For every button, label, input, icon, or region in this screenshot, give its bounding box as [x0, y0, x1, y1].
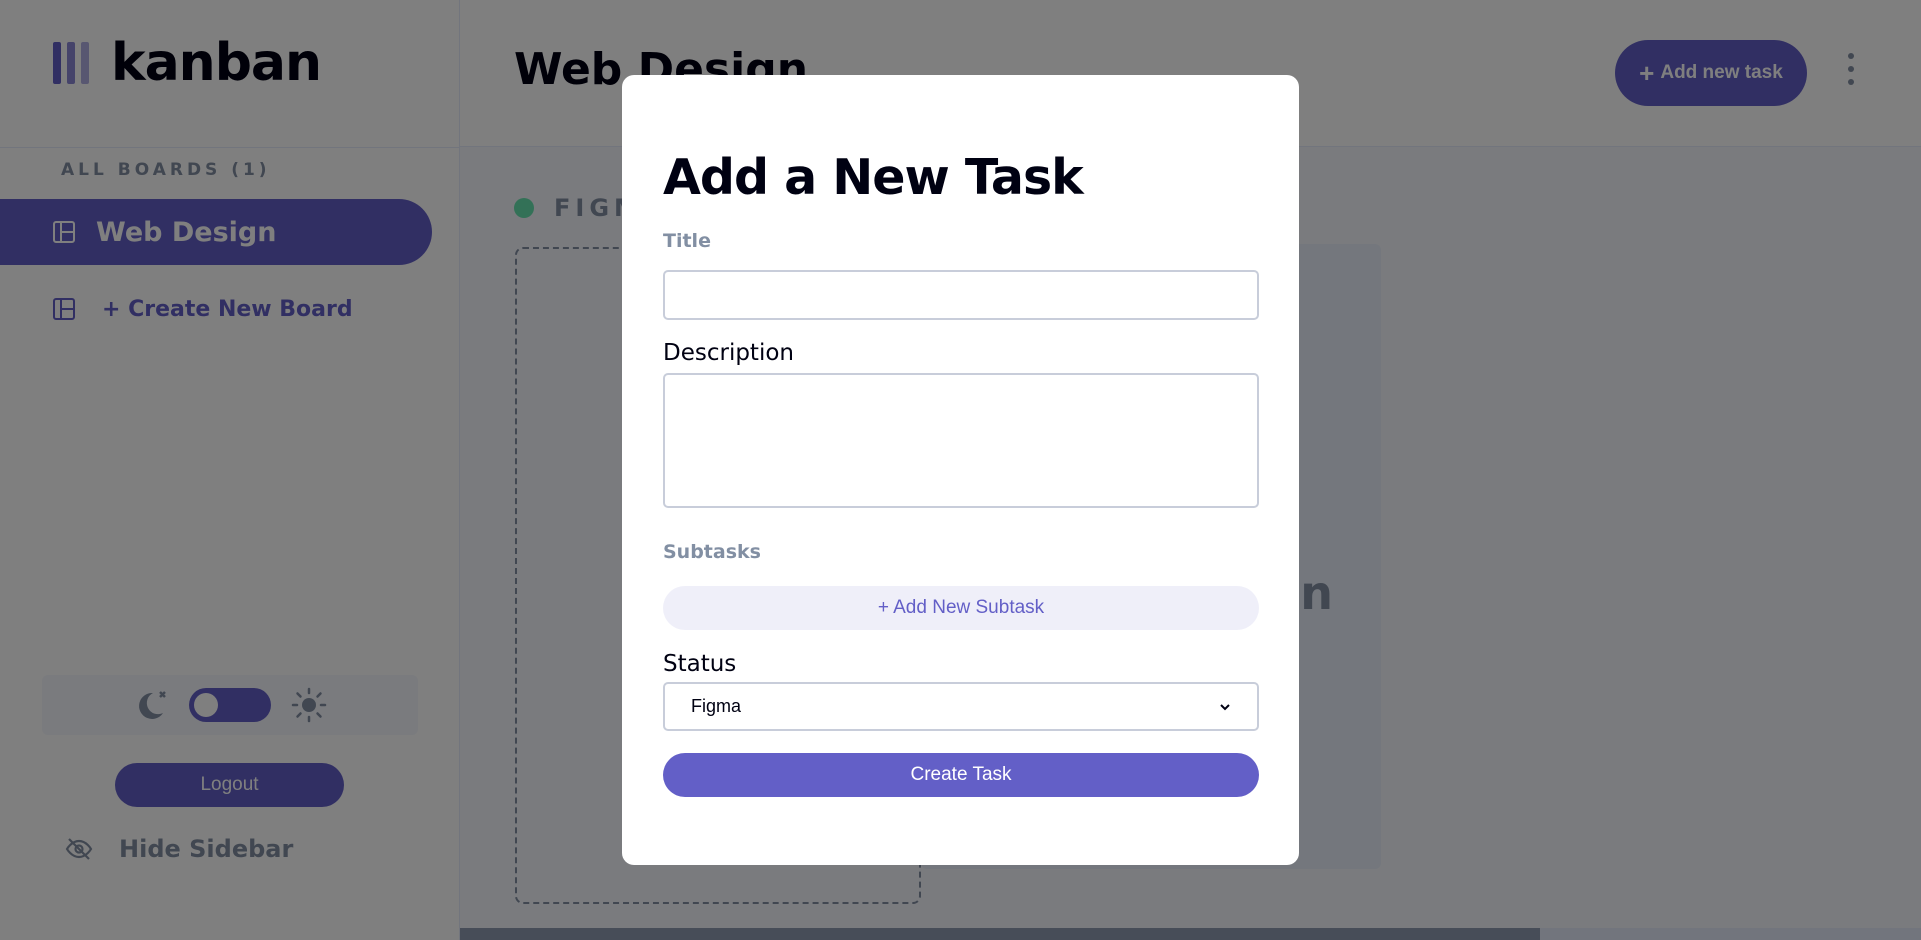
status-select[interactable]: Figma	[663, 682, 1259, 731]
modal-title: Add a New Task	[663, 149, 1084, 206]
add-new-subtask-button[interactable]: + Add New Subtask	[663, 586, 1259, 630]
chevron-down-icon	[1220, 703, 1230, 710]
status-selected-value: Figma	[691, 696, 742, 716]
task-description-input[interactable]	[663, 373, 1259, 508]
task-title-input[interactable]	[663, 270, 1259, 320]
add-task-modal: Add a New Task Title Description Subtask…	[622, 75, 1299, 865]
title-label: Title	[663, 230, 711, 252]
status-label: Status	[663, 651, 737, 677]
subtasks-label: Subtasks	[663, 541, 761, 563]
description-label: Description	[663, 340, 794, 366]
create-task-button[interactable]: Create Task	[663, 753, 1259, 797]
